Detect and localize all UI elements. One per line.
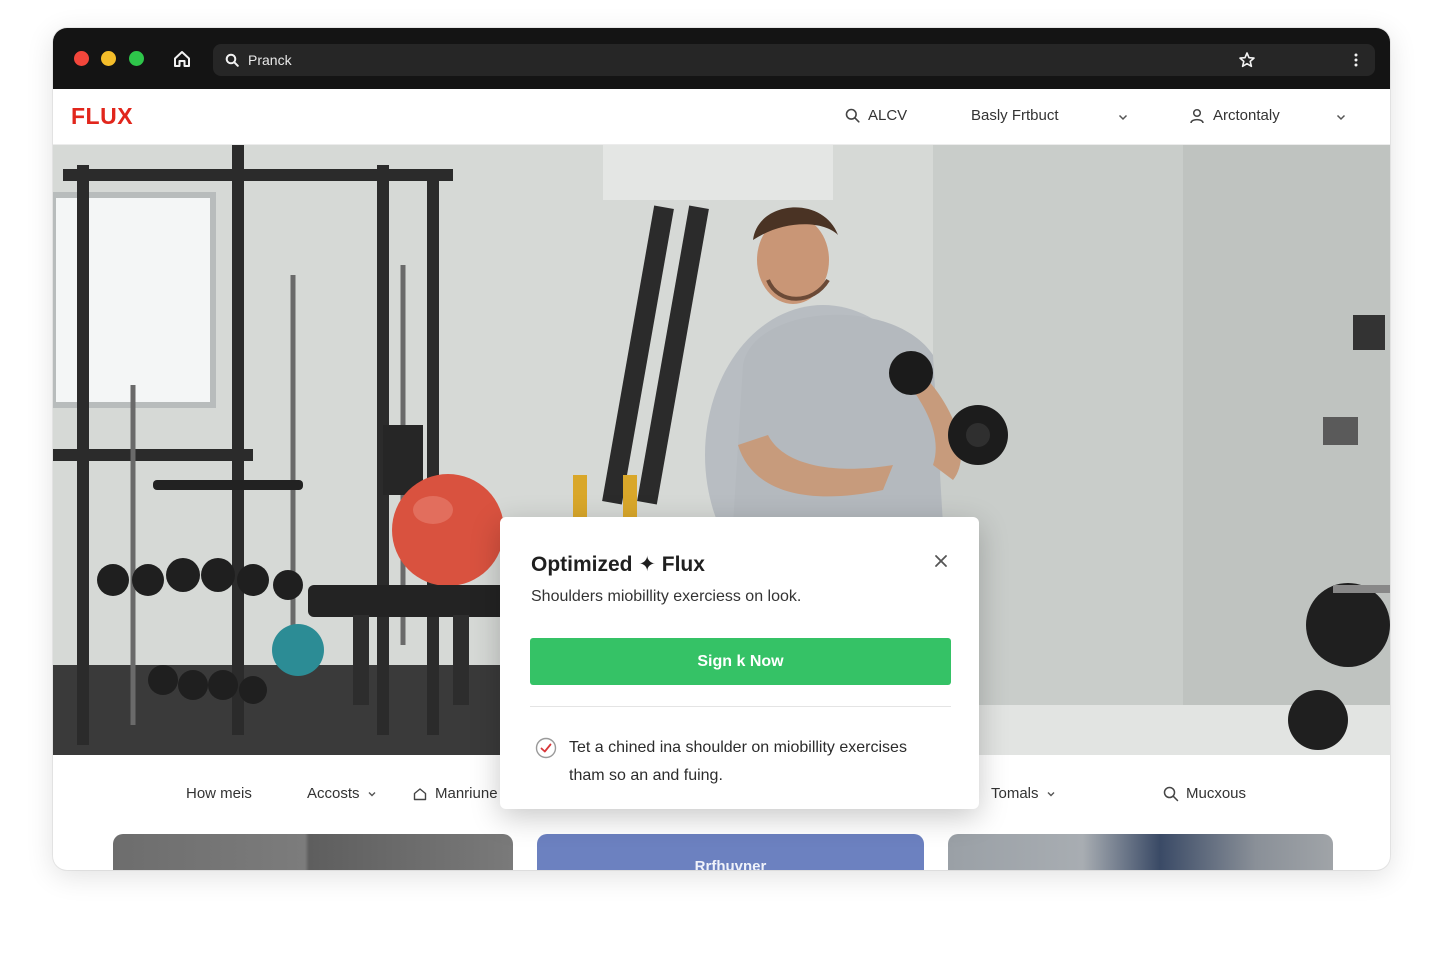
subnav-item-how-meis[interactable]: How meis	[186, 785, 252, 802]
address-text: Pranck	[248, 52, 292, 68]
modal-subtitle: Shoulders miobillity exerciess on look.	[531, 588, 802, 605]
check-circle-icon	[535, 737, 557, 759]
header-search[interactable]: ALCV	[845, 107, 907, 124]
subnav-label: Mucxous	[1186, 785, 1247, 802]
subnav-label: How meis	[186, 785, 252, 802]
brand-logo[interactable]: FLUX	[71, 103, 133, 130]
search-icon	[225, 53, 239, 67]
subnav-item-mucxous[interactable]: Mucxous	[1163, 785, 1246, 802]
home-icon	[413, 787, 427, 800]
user-icon	[1190, 108, 1204, 123]
minimize-window-button[interactable]	[101, 51, 116, 66]
subnav-item-accosts[interactable]: Accosts	[307, 785, 377, 802]
account-menu-label: Arctontaly	[1213, 107, 1280, 124]
site-header: FLUX ALCV Basly Frtbuct Arctontaly	[53, 89, 1390, 145]
close-icon[interactable]	[932, 552, 950, 570]
content-card[interactable]	[948, 834, 1333, 870]
browser-window: Pranck FLUX ALCV Basly Frtbuct Arctontal…	[53, 28, 1390, 870]
maximize-window-button[interactable]	[129, 51, 144, 66]
card-label: Rrfhuvner	[694, 858, 767, 870]
chevron-down-icon	[1047, 791, 1055, 796]
subnav-label: Tomals	[991, 785, 1039, 802]
modal-title: Optimized ✦ Flux	[531, 553, 705, 576]
product-menu[interactable]: Basly Frtbuct	[971, 107, 1059, 124]
content-card[interactable]: Rrfhuvner	[537, 834, 924, 870]
header-search-label: ALCV	[868, 107, 908, 124]
divider	[530, 706, 951, 707]
kebab-menu-icon[interactable]	[1347, 51, 1365, 69]
subnav-label: Manriune	[435, 785, 498, 802]
account-menu[interactable]: Arctontaly	[1189, 107, 1280, 124]
modal-note-text: Tet a chined ina shoulder on miobillity …	[569, 739, 907, 784]
home-icon[interactable]	[171, 48, 193, 70]
sign-in-now-button[interactable]: Sign k Now	[530, 638, 951, 685]
chevron-down-icon	[368, 791, 376, 796]
promo-modal: Optimized ✦ Flux Shoulders miobillity ex…	[500, 517, 979, 809]
subnav-label: Accosts	[307, 785, 360, 802]
chevron-down-icon[interactable]	[1335, 111, 1347, 123]
product-menu-label: Basly Frtbuct	[971, 107, 1059, 124]
content-cards: Rrfhuvner	[53, 834, 1390, 870]
subnav-item-tomals[interactable]: Tomals	[991, 785, 1056, 802]
address-bar[interactable]: Pranck	[213, 44, 1375, 76]
search-icon	[1163, 786, 1179, 801]
bookmark-star-icon[interactable]	[1238, 51, 1256, 69]
search-icon	[845, 108, 860, 123]
chevron-down-icon[interactable]	[1117, 111, 1129, 123]
browser-toolbar: Pranck	[53, 28, 1390, 89]
subnav-item-manriune[interactable]: Manriune	[412, 785, 498, 802]
close-window-button[interactable]	[74, 51, 89, 66]
content-card[interactable]	[113, 834, 513, 870]
